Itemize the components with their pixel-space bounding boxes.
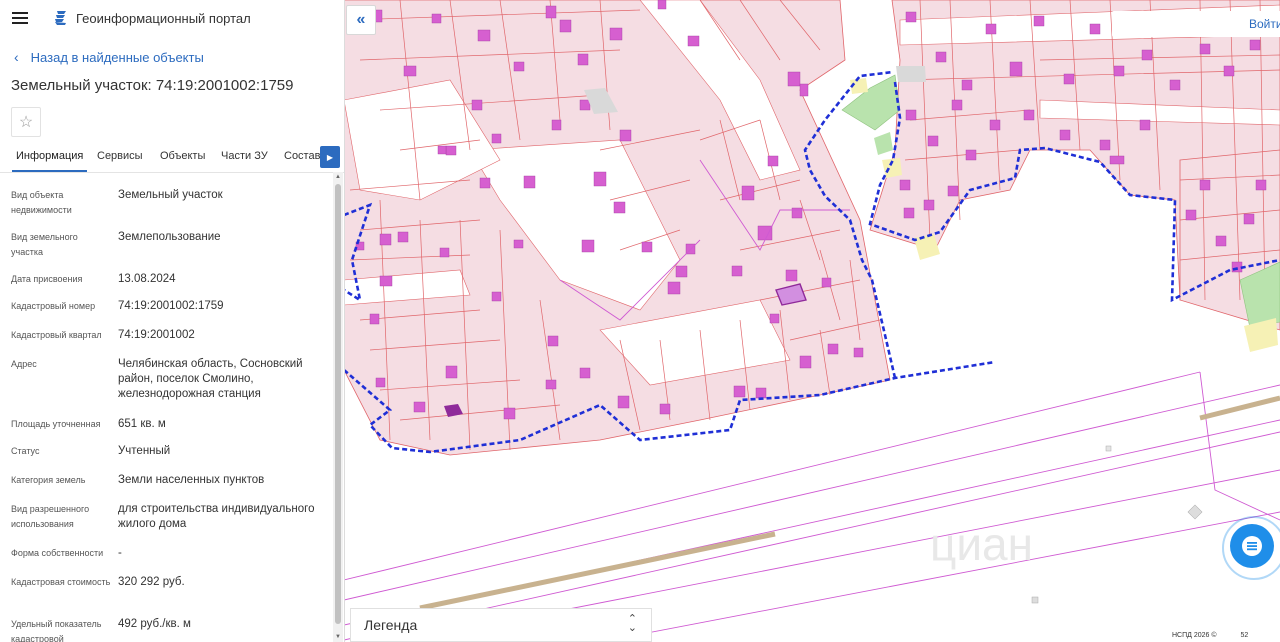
- scroll-thumb[interactable]: [335, 184, 341, 624]
- property-value: Учтенный: [118, 445, 171, 457]
- tab-information[interactable]: Информация: [11, 150, 88, 172]
- map-copyright: НСПД 2026 © 52: [1166, 632, 1280, 642]
- property-label: Вид разрешенного использования: [11, 504, 90, 529]
- property-value: -: [118, 547, 122, 559]
- property-value: 492 руб./кв. м: [118, 618, 191, 630]
- property-value: 74:19:2001002: [118, 329, 195, 341]
- tab-services[interactable]: Сервисы: [97, 150, 143, 162]
- tab-parts[interactable]: Части ЗУ: [221, 150, 268, 162]
- property-value: Земельный участок: [118, 189, 223, 201]
- property-label: Статус: [11, 446, 40, 456]
- property-value: 651 кв. м: [118, 418, 166, 430]
- property-label: Вид земельного участка: [11, 232, 78, 257]
- property-value: Земли населенных пунктов: [118, 474, 265, 486]
- chat-button[interactable]: [1230, 524, 1274, 568]
- property-label: Дата присвоения: [11, 274, 83, 284]
- property-label: Категория земель: [11, 475, 86, 485]
- back-link-label: Назад в найденные объекты: [30, 49, 204, 65]
- scroll-down-icon[interactable]: ▼: [333, 632, 343, 642]
- property-label: Адрес: [11, 359, 37, 369]
- login-bar: Войти: [1112, 11, 1280, 37]
- tab-composition[interactable]: Состав: [284, 150, 320, 162]
- chevron-left-icon: ‹: [14, 49, 19, 65]
- property-label: Вид объекта недвижимости: [11, 190, 72, 215]
- copyright-text: НСПД 2026 ©: [1172, 632, 1217, 639]
- info-panel: Геоинформационный портал ‹ Назад в найде…: [0, 0, 345, 642]
- property-label: Удельный показатель кадастровой: [11, 619, 102, 642]
- caret-right-icon: ▶: [326, 152, 334, 162]
- property-label: Кадастровый номер: [11, 301, 96, 311]
- collapse-panel-button[interactable]: «: [346, 5, 376, 35]
- property-value: Землепользование: [118, 231, 221, 243]
- property-label: Кадастровый квартал: [11, 330, 102, 340]
- scale-fragment: 52: [1240, 632, 1249, 639]
- portal-logo-icon: [55, 11, 66, 25]
- property-value: Челябинская область, Сосновский район, п…: [118, 358, 303, 400]
- login-link[interactable]: Войти: [1249, 17, 1280, 31]
- tab-bar: Информация Сервисы Объекты Части ЗУ Сост…: [0, 146, 344, 173]
- property-value: 74:19:2001002:1759: [118, 300, 224, 312]
- panel-scrollbar[interactable]: ▲ ▼: [333, 172, 343, 642]
- property-value: для строительства индивидуального жилого…: [118, 503, 315, 530]
- back-link[interactable]: ‹ Назад в найденные объекты: [14, 49, 204, 65]
- property-label: Кадастровая стоимость: [11, 577, 111, 587]
- favorite-button[interactable]: ☆: [11, 107, 41, 137]
- legend-panel[interactable]: Легенда ⌃ ⌄: [350, 608, 652, 642]
- tabs-next-button[interactable]: ▶: [320, 146, 340, 168]
- map-watermark: циан: [930, 518, 1033, 570]
- tab-objects[interactable]: Объекты: [160, 150, 205, 162]
- object-title: Земельный участок: 74:19:2001002:1759: [11, 77, 294, 94]
- map-canvas[interactable]: циан: [344, 0, 1280, 642]
- property-value: 320 292 руб.: [118, 576, 185, 588]
- property-label: Форма собственности: [11, 548, 104, 558]
- menu-icon[interactable]: [12, 12, 28, 24]
- double-chevron-left-icon: «: [356, 11, 366, 28]
- chat-icon: [1242, 536, 1262, 556]
- scroll-up-icon[interactable]: ▲: [333, 172, 343, 182]
- portal-title: Геоинформационный портал: [76, 10, 251, 26]
- star-icon: ☆: [18, 114, 34, 131]
- legend-label: Легенда: [364, 617, 418, 633]
- property-label: Площадь уточненная: [11, 419, 101, 429]
- property-value: 13.08.2024: [118, 273, 176, 285]
- expand-collapse-icon: ⌃ ⌄: [627, 613, 637, 634]
- panel-header: Геоинформационный портал: [0, 0, 344, 36]
- cadastral-map: циан: [344, 0, 1280, 642]
